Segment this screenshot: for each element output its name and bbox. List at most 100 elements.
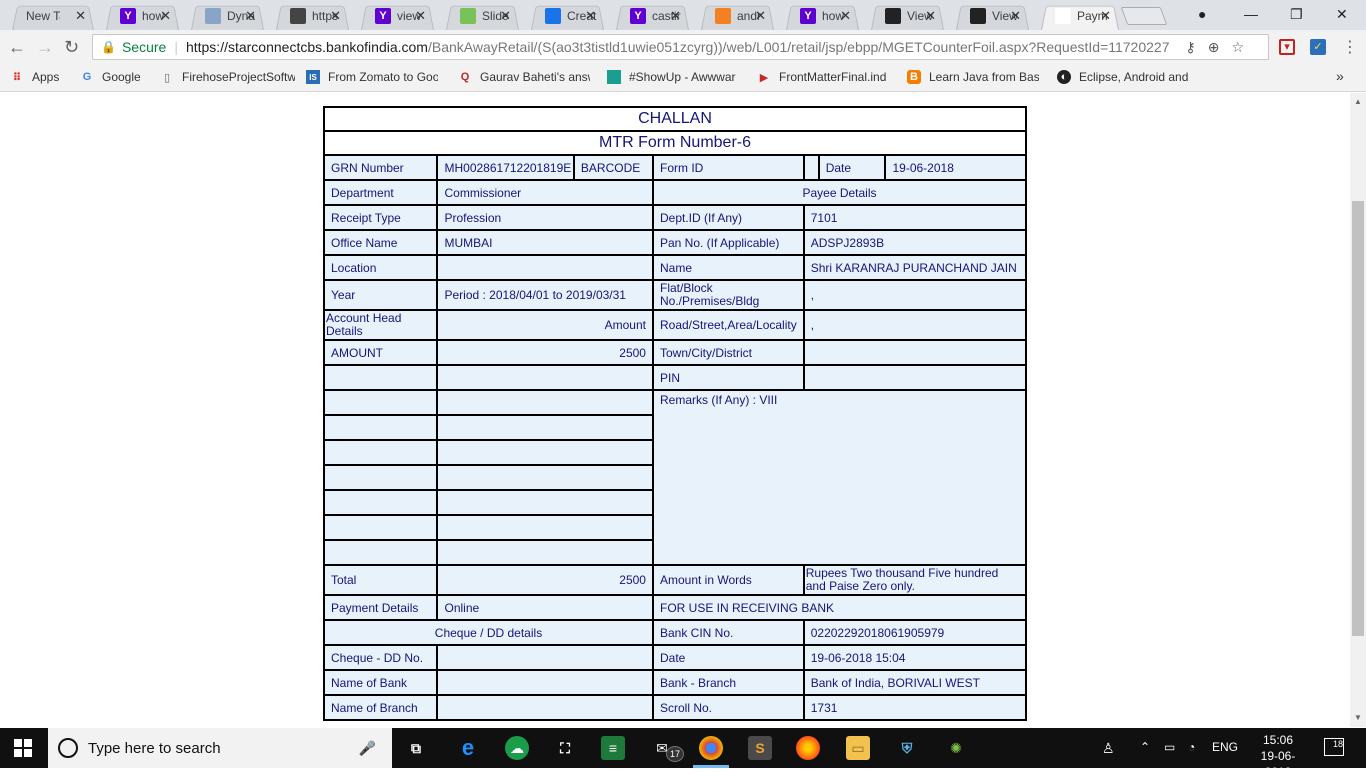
bookmark-item[interactable]: B Learn Java from Basi — [907, 70, 1039, 84]
microphone-icon[interactable]: 🎤 — [359, 740, 376, 757]
zoom-icon[interactable]: ⊕ — [1208, 39, 1232, 55]
sublime-text-icon[interactable]: S — [748, 736, 772, 760]
browser-tab[interactable]: Yview ✕ — [355, 2, 440, 30]
empty-cell — [322, 464, 439, 491]
file-explorer-icon[interactable]: ▭ — [846, 736, 870, 760]
tab-close-icon[interactable]: ✕ — [1010, 8, 1021, 24]
bookmark-item[interactable]: G Google — [80, 70, 141, 84]
windows-start-icon[interactable] — [14, 739, 32, 757]
restore-icon[interactable]: ❐ — [1290, 6, 1303, 23]
browser-tab[interactable]: https ✕ — [270, 2, 355, 30]
wifi-icon[interactable]: ◔ — [1188, 740, 1195, 754]
empty-cell — [322, 389, 439, 416]
tab-close-icon[interactable]: ✕ — [670, 8, 681, 24]
android-studio-icon[interactable]: ✺ — [944, 736, 968, 760]
scroll-thumb[interactable] — [1352, 201, 1364, 636]
tab-close-icon[interactable]: ✕ — [840, 8, 851, 24]
tab-close-icon[interactable]: ✕ — [500, 8, 511, 24]
store-bag-icon[interactable]: ⛶ — [553, 736, 577, 760]
bookmark-item[interactable]: ▶ FrontMatterFinal.ind — [757, 70, 887, 84]
bookmark-label: Gaurav Baheti's answ — [480, 70, 590, 84]
browser-tab[interactable]: Yhow ✕ — [780, 2, 865, 30]
bookmark-item[interactable]: ⠿ Apps — [10, 70, 60, 84]
pan-value: ADSPJ2893B — [802, 229, 1028, 256]
taskbar-search-box[interactable]: Type here to search 🎤 — [48, 728, 392, 768]
language-indicator[interactable]: ENG — [1212, 740, 1238, 754]
firefox-icon[interactable] — [796, 736, 820, 760]
tab-close-icon[interactable]: ✕ — [330, 8, 341, 24]
show-hidden-icons-chevron-icon[interactable]: ⌃ — [1140, 740, 1150, 754]
tab-close-icon[interactable]: ✕ — [925, 8, 936, 24]
cloud-app-icon[interactable]: ☁ — [505, 736, 529, 760]
bookmark-item[interactable]: ◐ Eclipse, Android and — [1057, 70, 1188, 84]
amount-row-label: AMOUNT — [322, 339, 439, 366]
browser-tab[interactable]: Paym ✕ — [1035, 2, 1125, 30]
yahoo-y-icon: Y — [375, 8, 391, 24]
browser-tab[interactable]: Yhow ✕ — [100, 2, 185, 30]
address-bar[interactable]: 🔒 Secure | https://starconnectcbs.bankof… — [92, 34, 1269, 60]
bookmark-label: FrontMatterFinal.ind — [779, 70, 887, 84]
menu-kebab-icon[interactable]: ⋮ — [1342, 37, 1358, 57]
vertical-scrollbar[interactable]: ▲ ▼ — [1350, 93, 1366, 727]
spreadsheet-icon[interactable]: ≡ — [601, 736, 625, 760]
close-window-icon[interactable]: ✕ — [1336, 6, 1348, 23]
tab-close-icon[interactable]: ✕ — [415, 8, 426, 24]
tab-close-icon[interactable]: ✕ — [75, 8, 86, 24]
key-icon[interactable]: ⚷ — [1185, 39, 1207, 55]
empty-cell — [436, 464, 654, 491]
c-logo-icon — [885, 8, 901, 24]
bookmark-star-icon[interactable]: ☆ — [1231, 39, 1256, 55]
flat-label: Flat/Block No./Premises/Bldg — [651, 279, 805, 311]
battery-icon[interactable]: ▭ — [1164, 740, 1175, 754]
tab-close-icon[interactable]: ✕ — [245, 8, 256, 24]
total-label: Total — [322, 564, 439, 596]
browser-tab[interactable]: Creat ✕ — [525, 2, 610, 30]
profile-icon[interactable]: ● — [1198, 6, 1206, 22]
browser-tab[interactable]: andr ✕ — [695, 2, 780, 30]
people-icon[interactable]: ♙ — [1102, 740, 1115, 757]
location-value — [436, 254, 654, 281]
scroll-down-arrow-icon[interactable]: ▼ — [1354, 713, 1362, 722]
browser-tab[interactable]: Slide ✕ — [440, 2, 525, 30]
minimize-icon[interactable]: — — [1244, 6, 1258, 22]
url-host: https://starconnectcbs.bankofindia.com — [185, 39, 428, 55]
browser-tab[interactable]: View ✕ — [950, 2, 1035, 30]
new-tab-button[interactable] — [1120, 7, 1168, 25]
action-center-icon[interactable]: 18 — [1324, 738, 1344, 756]
robot-face-icon — [290, 8, 306, 24]
browser-tab[interactable]: Ycastir ✕ — [610, 2, 695, 30]
tab-close-icon[interactable]: ✕ — [585, 8, 596, 24]
forward-arrow-icon[interactable]: → — [36, 37, 54, 58]
pocket-extension-icon[interactable]: ▾ — [1279, 39, 1295, 55]
tab-close-icon[interactable]: ✕ — [160, 8, 171, 24]
reload-icon[interactable]: ↻ — [64, 37, 79, 58]
pin-value — [802, 364, 1028, 391]
browser-tab[interactable]: View ✕ — [865, 2, 950, 30]
location-label: Location — [322, 254, 439, 281]
chrome-icon[interactable] — [699, 736, 723, 760]
town-value — [802, 339, 1028, 366]
back-arrow-icon[interactable]: ← — [8, 37, 26, 58]
challan-subtitle: MTR Form Number-6 — [323, 130, 1027, 156]
clock[interactable]: 15:06 19-06-2018 — [1248, 732, 1308, 780]
more-bookmarks-chevron-icon[interactable]: » — [1336, 68, 1344, 84]
account-head-label: Account Head Details — [322, 309, 439, 341]
tab-close-icon[interactable]: ✕ — [1100, 8, 1111, 24]
edge-browser-icon[interactable]: e — [456, 735, 480, 760]
tab-close-icon[interactable]: ✕ — [755, 8, 766, 24]
bookmark-item[interactable]: Q Gaurav Baheti's answ — [458, 70, 590, 84]
github-icon — [970, 8, 986, 24]
grn-value: MH002861712201819E — [436, 154, 575, 181]
url-separator: | — [174, 39, 178, 55]
bookmark-item[interactable]: IS From Zomato to Goo — [306, 70, 438, 84]
browser-tab[interactable]: New Tab ✕ — [6, 2, 100, 30]
browser-tab[interactable]: Dyna ✕ — [185, 2, 270, 30]
bookmark-item[interactable]: ▯ FirehoseProjectSoftw — [160, 70, 295, 84]
todo-extension-icon[interactable]: ✓ — [1310, 39, 1326, 55]
shield-app-icon[interactable]: ⛨ — [895, 736, 919, 760]
bookmark-item[interactable]: #ShowUp - Awwwar — [607, 70, 736, 84]
page-icon: ▯ — [163, 71, 171, 84]
task-view-icon[interactable]: ⧉ — [404, 736, 428, 760]
bookmark-label: From Zomato to Goo — [328, 70, 438, 84]
scroll-up-arrow-icon[interactable]: ▲ — [1354, 97, 1362, 106]
